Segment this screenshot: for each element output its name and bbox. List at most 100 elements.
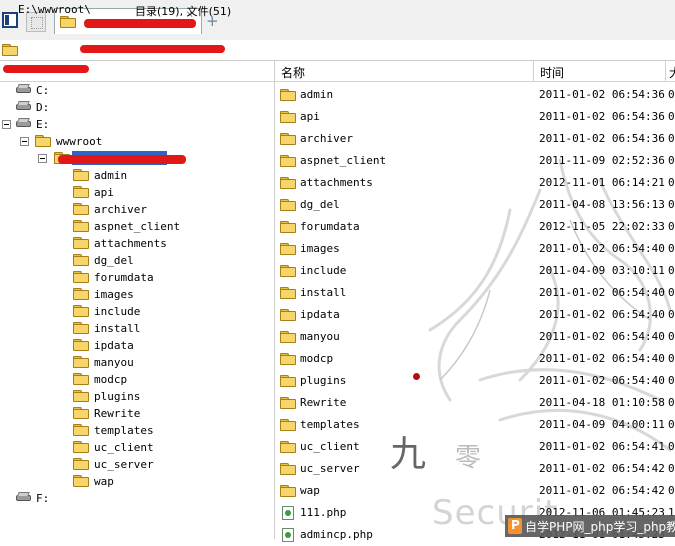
file-name: modcp: [300, 352, 334, 365]
collapse-icon[interactable]: [20, 137, 29, 146]
folder-icon: [73, 339, 89, 351]
file-time: 2011-01-02 06:54:40: [539, 330, 665, 343]
tree-item[interactable]: install: [0, 320, 270, 337]
file-name: Rewrite: [300, 396, 347, 409]
tree-item[interactable]: wap: [0, 473, 270, 490]
list-item[interactable]: include 2011-04-09 03:10:11 0: [275, 260, 675, 282]
file-name: plugins: [300, 374, 347, 387]
file-extra: 0: [668, 418, 675, 431]
list-item[interactable]: aspnet_client 2011-11-09 02:52:36 0: [275, 150, 675, 172]
list-item[interactable]: manyou 2011-01-02 06:54:40 0: [275, 326, 675, 348]
file-name: templates: [300, 418, 360, 431]
list-item[interactable]: api 2011-01-02 06:54:36 0: [275, 106, 675, 128]
list-header: 名称 时间 大: [275, 61, 675, 82]
list-item[interactable]: admin 2011-01-02 06:54:36 0: [275, 84, 675, 106]
list-item[interactable]: attachments 2012-11-01 06:14:21 0: [275, 172, 675, 194]
tree-item[interactable]: dg_del: [0, 252, 270, 269]
file-time: 2011-11-09 02:52:36: [539, 154, 665, 167]
column-time[interactable]: 时间: [540, 64, 564, 81]
folder-icon: [73, 237, 89, 249]
tree-drive-e[interactable]: E:: [0, 116, 270, 133]
column-extra[interactable]: 大: [669, 64, 675, 81]
list-item[interactable]: archiver 2011-01-02 06:54:36 0: [275, 128, 675, 150]
tree-item[interactable]: modcp: [0, 371, 270, 388]
file-time: 2011-04-08 13:56:13: [539, 198, 665, 211]
folder-icon: [280, 287, 296, 299]
badge-text: 自学PHP网_php学习_php教: [525, 520, 675, 534]
file-name: forumdata: [300, 220, 360, 233]
list-item[interactable]: templates 2011-04-09 04:00:11 0: [275, 414, 675, 436]
file-time: 2011-01-02 06:54:36: [539, 88, 665, 101]
tree-item[interactable]: archiver: [0, 201, 270, 218]
list-item[interactable]: Rewrite 2011-04-18 01:10:58 0: [275, 392, 675, 414]
list-item[interactable]: wap 2011-01-02 06:54:42 0: [275, 480, 675, 502]
list-item[interactable]: ipdata 2011-01-02 06:54:40 0: [275, 304, 675, 326]
tree-wwwroot[interactable]: wwwroot: [0, 133, 270, 150]
tree-drive-f[interactable]: F:: [0, 490, 270, 507]
folder-icon: [73, 407, 89, 419]
list-item[interactable]: install 2011-01-02 06:54:40 0: [275, 282, 675, 304]
tree-drive-c[interactable]: C:: [0, 82, 270, 99]
tree-item[interactable]: attachments: [0, 235, 270, 252]
tree-item[interactable]: Rewrite: [0, 405, 270, 422]
folder-label: attachments: [94, 237, 167, 250]
folder-icon: [73, 322, 89, 334]
file-name: include: [300, 264, 347, 277]
list-item[interactable]: forumdata 2012-11-05 22:02:33 0: [275, 216, 675, 238]
redaction-mark: [80, 45, 225, 53]
file-extra: 0: [668, 352, 675, 365]
list-item[interactable]: uc_server 2011-01-02 06:54:42 0: [275, 458, 675, 480]
folder-icon: [73, 390, 89, 402]
file-extra: 0: [668, 308, 675, 321]
folder-icon: [280, 265, 296, 277]
tree-item[interactable]: uc_server: [0, 456, 270, 473]
folder-label: api: [94, 186, 114, 199]
folder-icon: [73, 424, 89, 436]
folder-icon: [280, 177, 296, 189]
folder-label: archiver: [94, 203, 147, 216]
tree-item[interactable]: ipdata: [0, 337, 270, 354]
collapse-icon[interactable]: [2, 120, 11, 129]
tree-item[interactable]: admin: [0, 167, 270, 184]
tree-item[interactable]: forumdata: [0, 269, 270, 286]
file-extra: 0: [668, 396, 675, 409]
folder-icon: [280, 221, 296, 233]
file-time: 2011-01-02 06:54:40: [539, 242, 665, 255]
tree-item[interactable]: uc_client: [0, 439, 270, 456]
file-name: uc_server: [300, 462, 360, 475]
list-item[interactable]: plugins 2011-01-02 06:54:40 0: [275, 370, 675, 392]
list-item[interactable]: images 2011-01-02 06:54:40 0: [275, 238, 675, 260]
site-watermark-badge: 自学PHP网_php学习_php教: [505, 515, 675, 537]
tree-item[interactable]: api: [0, 184, 270, 201]
list-item[interactable]: dg_del 2011-04-08 13:56:13 0: [275, 194, 675, 216]
file-time: 2011-01-02 06:54:36: [539, 110, 665, 123]
folder-icon: [280, 111, 296, 123]
tree-item[interactable]: plugins: [0, 388, 270, 405]
folder-icon: [60, 16, 76, 28]
file-extra: 0: [668, 462, 675, 475]
file-name: images: [300, 242, 340, 255]
folder-icon: [280, 375, 296, 387]
folder-icon: [280, 441, 296, 453]
folder-icon: [280, 331, 296, 343]
address-path[interactable]: E:\wwwroot\: [18, 3, 91, 16]
tree-item[interactable]: include: [0, 303, 270, 320]
folder-icon: [73, 356, 89, 368]
panel-toggle-icon[interactable]: [2, 12, 18, 28]
tree-item[interactable]: templates: [0, 422, 270, 439]
file-name: manyou: [300, 330, 340, 343]
list-item[interactable]: uc_client 2011-01-02 06:54:41 0: [275, 436, 675, 458]
column-name[interactable]: 名称: [281, 64, 305, 81]
tree-item[interactable]: images: [0, 286, 270, 303]
folder-label: include: [94, 305, 141, 318]
file-extra: 0: [668, 132, 675, 145]
folder-icon: [280, 133, 296, 145]
tree-item[interactable]: manyou: [0, 354, 270, 371]
tree-drive-d[interactable]: D:: [0, 99, 270, 116]
list-item[interactable]: modcp 2011-01-02 06:54:40 0: [275, 348, 675, 370]
file-time: 2011-01-02 06:54:42: [539, 484, 665, 497]
folder-label: aspnet_client: [94, 220, 181, 233]
tree-item[interactable]: aspnet_client: [0, 218, 270, 235]
folder-summary: 目录(19), 文件(51): [135, 5, 232, 18]
collapse-icon[interactable]: [38, 154, 47, 163]
